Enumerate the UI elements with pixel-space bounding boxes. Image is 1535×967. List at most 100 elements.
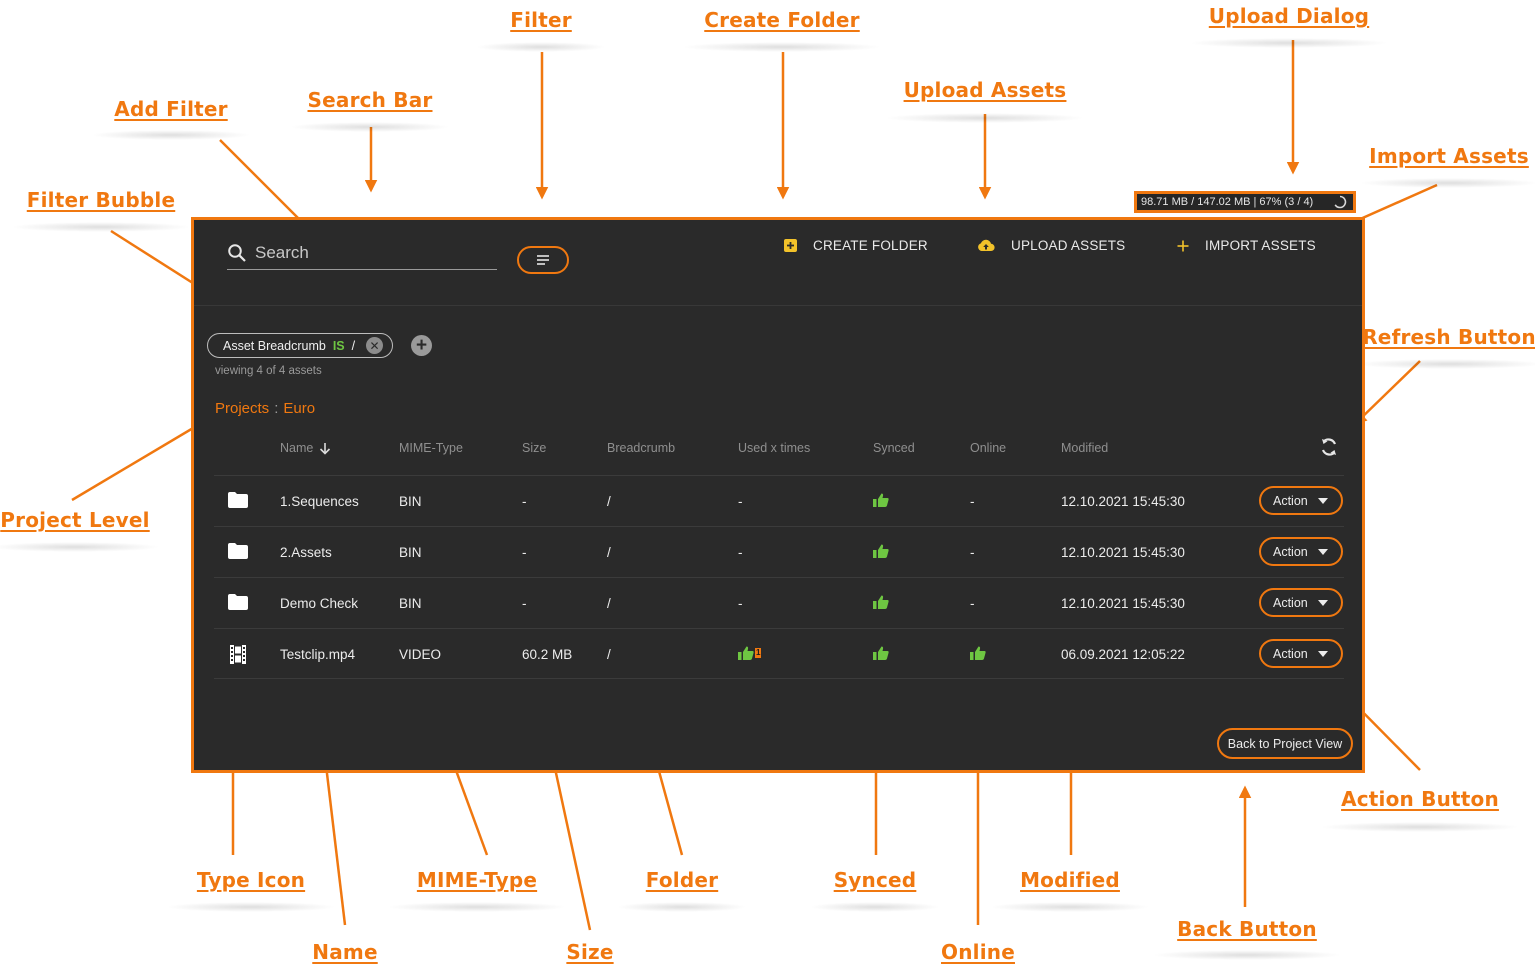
asset-browser-panel: Search CREATE FOLDER UPLOAD ASSETS IMPOR… [191, 217, 1365, 773]
row-mime: BIN [399, 545, 422, 560]
row-breadcrumb: / [607, 647, 611, 662]
search-input[interactable]: Search [255, 243, 309, 263]
filter-chip-operator: IS [332, 338, 345, 353]
table-row[interactable]: Testclip.mp4 VIDEO 60.2 MB / 1 06.09.202… [214, 628, 1344, 679]
row-used: - [738, 494, 743, 509]
used-count[interactable]: 1 [738, 646, 762, 660]
column-header-breadcrumb[interactable]: Breadcrumb [607, 441, 675, 455]
annotation-import-assets: Import Assets [1369, 144, 1529, 168]
annotation-filter: Filter [510, 8, 572, 32]
refresh-button-arrow [1354, 360, 1421, 425]
column-header-online[interactable]: Online [970, 441, 1006, 455]
annotation-type-icon: Type Icon [196, 868, 306, 892]
breadcrumb-current[interactable]: Euro [283, 400, 315, 417]
column-header-mime[interactable]: MIME-Type [399, 441, 463, 455]
row-size: - [522, 494, 527, 509]
action-button-label: Action [1273, 493, 1308, 508]
filter-button[interactable] [517, 246, 569, 274]
create-folder-label: CREATE FOLDER [813, 238, 928, 253]
row-modified: 12.10.2021 15:45:30 [1061, 596, 1185, 611]
plus-circle-icon[interactable]: + [411, 335, 432, 356]
annotation-search-bar: Search Bar [307, 88, 433, 112]
row-used: - [738, 596, 743, 611]
row-name[interactable]: Demo Check [280, 596, 358, 611]
upload-status-text: 98.71 MB / 147.02 MB | 67% (3 / 4) [1141, 196, 1314, 208]
folder-icon [228, 594, 248, 613]
search-bar[interactable]: Search [227, 236, 497, 270]
create-folder-icon [784, 239, 797, 252]
import-assets-button[interactable]: IMPORT ASSETS [1177, 238, 1316, 253]
column-header-modified[interactable]: Modified [1061, 441, 1108, 455]
table-row[interactable]: Demo Check BIN - / - - 12.10.2021 15:45:… [214, 577, 1344, 628]
breadcrumb-root[interactable]: Projects [215, 400, 269, 417]
folder-icon [228, 543, 248, 562]
column-header-used[interactable]: Used x times [738, 441, 810, 455]
column-header-size[interactable]: Size [522, 441, 546, 455]
film-icon [230, 645, 246, 667]
row-online: - [970, 596, 975, 611]
row-name[interactable]: 1.Sequences [280, 494, 359, 509]
action-button-label: Action [1273, 595, 1308, 610]
row-breadcrumb: / [607, 494, 611, 509]
row-breadcrumb: / [607, 596, 611, 611]
thumbs-up-icon [873, 544, 889, 561]
annotation-filter-bubble: Filter Bubble [26, 188, 176, 212]
asset-count: viewing 4 of 4 assets [215, 365, 322, 377]
row-online: - [970, 494, 975, 509]
caret-down-icon [1317, 599, 1328, 606]
annotation-add-filter: Add Filter [114, 97, 228, 121]
thumbs-up-icon [738, 646, 754, 660]
breadcrumb: Projects: Euro [215, 400, 315, 417]
annotation-folder: Folder [645, 868, 719, 892]
action-button[interactable]: Action [1259, 588, 1343, 617]
filter-chip-field: Asset Breadcrumb [223, 338, 326, 353]
column-header-name[interactable]: Name [280, 441, 331, 455]
action-button[interactable]: Action [1259, 639, 1343, 668]
table-row[interactable]: 2.Assets BIN - / - - 12.10.2021 15:45:30… [214, 526, 1344, 577]
annotation-refresh-button: Refresh Button [1362, 325, 1535, 349]
annotation-upload-dialog: Upload Dialog [1208, 4, 1370, 28]
annotation-online: Online [941, 940, 1015, 964]
annotation-action-button: Action Button [1341, 787, 1499, 811]
import-assets-label: IMPORT ASSETS [1205, 238, 1316, 253]
row-name[interactable]: 2.Assets [280, 545, 332, 560]
row-modified: 06.09.2021 12:05:22 [1061, 647, 1185, 662]
annotation-modified: Modified [1020, 868, 1120, 892]
used-count-badge: 1 [755, 648, 762, 658]
annotation-upload-assets: Upload Assets [903, 78, 1067, 102]
table-row[interactable]: 1.Sequences BIN - / - - 12.10.2021 15:45… [214, 475, 1344, 526]
project-level-arrow [71, 416, 213, 502]
row-mime: VIDEO [399, 647, 442, 662]
search-icon [228, 243, 246, 262]
breadcrumb-separator: : [274, 400, 279, 417]
column-header-synced[interactable]: Synced [873, 441, 915, 455]
caret-down-icon [1317, 497, 1328, 504]
row-size: - [522, 545, 527, 560]
close-circle-icon[interactable]: ✕ [366, 337, 383, 354]
upload-assets-label: UPLOAD ASSETS [1011, 238, 1126, 253]
toolbar: Search CREATE FOLDER UPLOAD ASSETS IMPOR… [194, 220, 1362, 306]
refresh-icon[interactable] [1319, 436, 1339, 463]
row-mime: BIN [399, 494, 422, 509]
annotation-create-folder: Create Folder [704, 8, 860, 32]
create-folder-button[interactable]: CREATE FOLDER [784, 238, 928, 253]
thumbs-up-icon [970, 646, 986, 663]
row-name[interactable]: Testclip.mp4 [280, 647, 355, 662]
plus-icon [1177, 240, 1189, 252]
upload-assets-button[interactable]: UPLOAD ASSETS [977, 238, 1125, 253]
filter-chip[interactable]: Asset Breadcrumb IS / ✕ [207, 333, 393, 358]
folder-icon [228, 492, 248, 511]
action-button[interactable]: Action [1259, 537, 1343, 566]
upload-dialog[interactable]: 98.71 MB / 147.02 MB | 67% (3 / 4) [1134, 191, 1356, 213]
thumbs-up-icon [873, 646, 889, 663]
action-button-label: Action [1273, 544, 1308, 559]
annotation-project-level: Project Level [0, 508, 150, 532]
filter-lines-icon [537, 255, 549, 265]
action-button-label: Action [1273, 646, 1308, 661]
back-to-project-view-button[interactable]: Back to Project View [1217, 728, 1353, 759]
row-size: - [522, 596, 527, 611]
caret-down-icon [1317, 548, 1328, 555]
annotation-mime-type: MIME-Type [416, 868, 538, 892]
action-button[interactable]: Action [1259, 486, 1343, 515]
annotation-synced: Synced [833, 868, 917, 892]
